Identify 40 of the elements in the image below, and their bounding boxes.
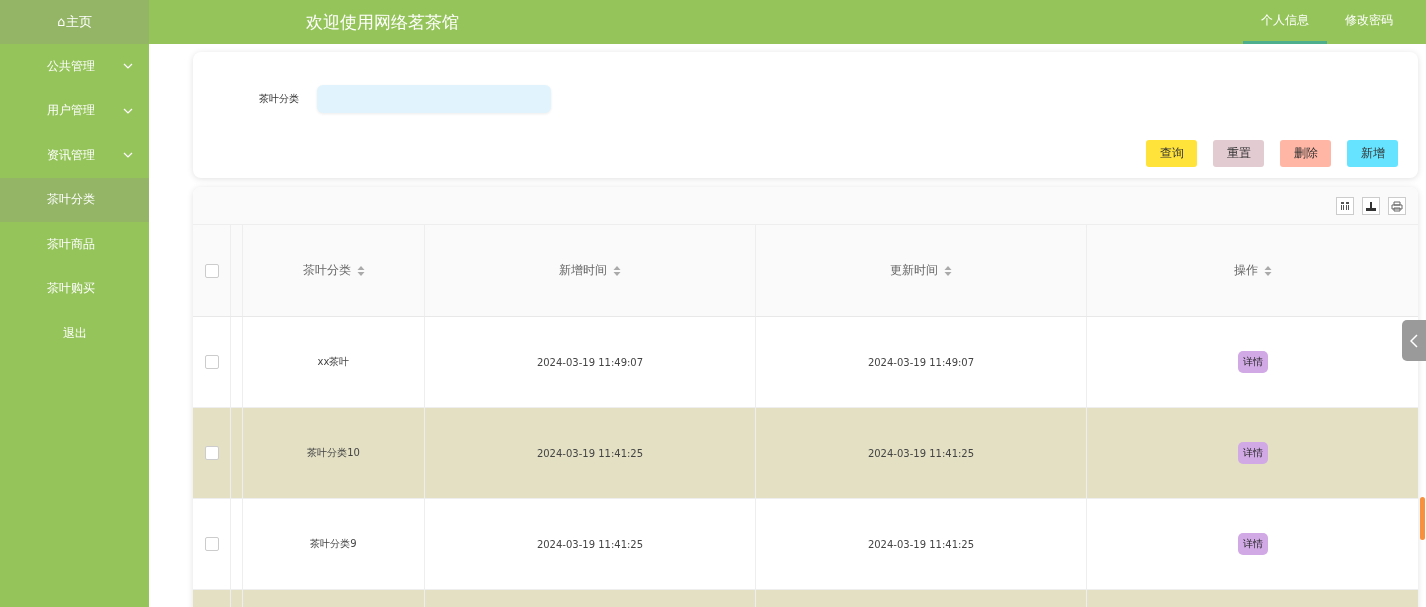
input-field[interactable] — [317, 85, 551, 113]
row-checkbox[interactable] — [204, 446, 219, 460]
table-cell: 2024-03-19 11:49:07 — [867, 356, 975, 368]
table-cell: 2024-03-19 11:41:25 — [867, 447, 975, 459]
chevron-down-icon — [123, 152, 133, 159]
chevron-left-icon — [1410, 333, 1418, 348]
action-button[interactable]: 查询 — [1146, 140, 1197, 167]
print-icon[interactable] — [1388, 196, 1406, 215]
export-icon[interactable] — [1362, 196, 1380, 215]
table-cell: 茶叶分类10 — [307, 446, 360, 460]
table-cell: 2024-03-19 11:49:07 — [536, 356, 644, 368]
select-all-checkbox[interactable] — [204, 263, 219, 278]
table-cell: xx茶叶 — [317, 355, 350, 369]
table-cell: 2024-03-19 11:41:25 — [536, 538, 644, 550]
action-button[interactable]: 新增 — [1347, 140, 1398, 167]
columns-icon[interactable] — [1336, 196, 1354, 215]
action-button[interactable]: 重置 — [1213, 140, 1264, 167]
details-button[interactable]: 详情 — [1237, 442, 1268, 464]
sort-icon[interactable] — [613, 265, 621, 276]
chevron-down-icon — [123, 63, 133, 70]
details-button[interactable]: 详情 — [1237, 533, 1268, 555]
details-button[interactable]: 详情 — [1237, 351, 1268, 373]
column-header[interactable]: 更新时间 — [890, 262, 938, 279]
column-header[interactable]: 茶叶分类 — [302, 262, 351, 279]
chevron-down-icon — [123, 107, 133, 114]
action-button[interactable]: 删除 — [1280, 140, 1331, 167]
row-checkbox[interactable] — [204, 355, 219, 369]
row-checkbox[interactable] — [204, 537, 219, 551]
column-header[interactable]: 操作 — [1233, 262, 1258, 279]
collapse-tab[interactable] — [1402, 320, 1426, 361]
site-title: 欢迎使用网络茗茶馆 — [306, 10, 459, 34]
table-cell: 茶叶分类9 — [310, 537, 357, 551]
scrollbar-thumb[interactable] — [1420, 497, 1425, 540]
sort-icon[interactable] — [944, 265, 952, 276]
column-header[interactable]: 新增时间 — [559, 262, 607, 279]
table-cell: 2024-03-19 11:41:25 — [536, 447, 644, 459]
table-cell: 2024-03-19 11:41:25 — [867, 538, 975, 550]
sort-icon[interactable] — [356, 265, 365, 276]
sort-icon[interactable] — [1263, 265, 1272, 276]
field-label: 茶叶分类 — [259, 92, 299, 106]
